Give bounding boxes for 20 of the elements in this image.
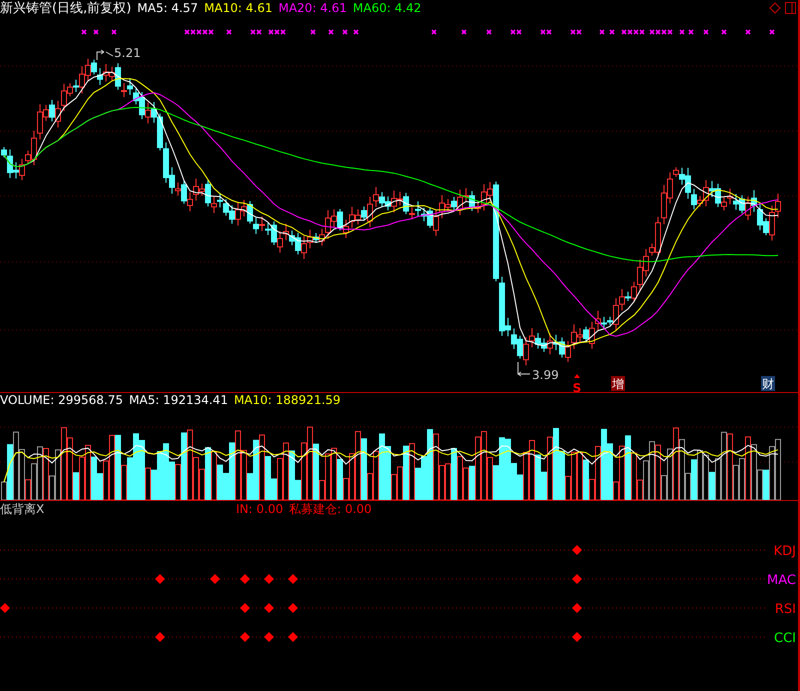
volume-reading: VOLUME: 299568.75 [0,393,123,407]
indicator-name: 低背离X [0,500,46,518]
chart-title: 新兴铸管(日线,前复权) [0,0,132,17]
signal-label: CCI [774,631,796,646]
ma-reading: MA5: 4.57 [137,1,198,15]
event-tag[interactable]: 财 [761,376,775,391]
signal-tag: S [572,374,582,392]
signal-label: KDJ [774,544,796,559]
ma-reading: MA60: 4.42 [352,1,422,15]
signal-label: MAC [767,573,796,588]
volume-reading: MA5: 192134.41 [129,393,228,407]
volume-reading: MA10: 188921.59 [234,393,341,407]
ma-reading: MA10: 4.61 [204,1,272,15]
event-tag[interactable]: 增 [611,376,625,391]
low-price-label: 3.99 [532,368,559,382]
ma-reading: MA20: 4.61 [278,1,347,15]
indicator-reading: IN: 0.00 [236,502,284,516]
indicator-reading: 私募建仓: 0.00 [289,500,372,518]
signal-label: RSI [774,602,796,617]
high-price-label: 5.21 [114,46,141,60]
